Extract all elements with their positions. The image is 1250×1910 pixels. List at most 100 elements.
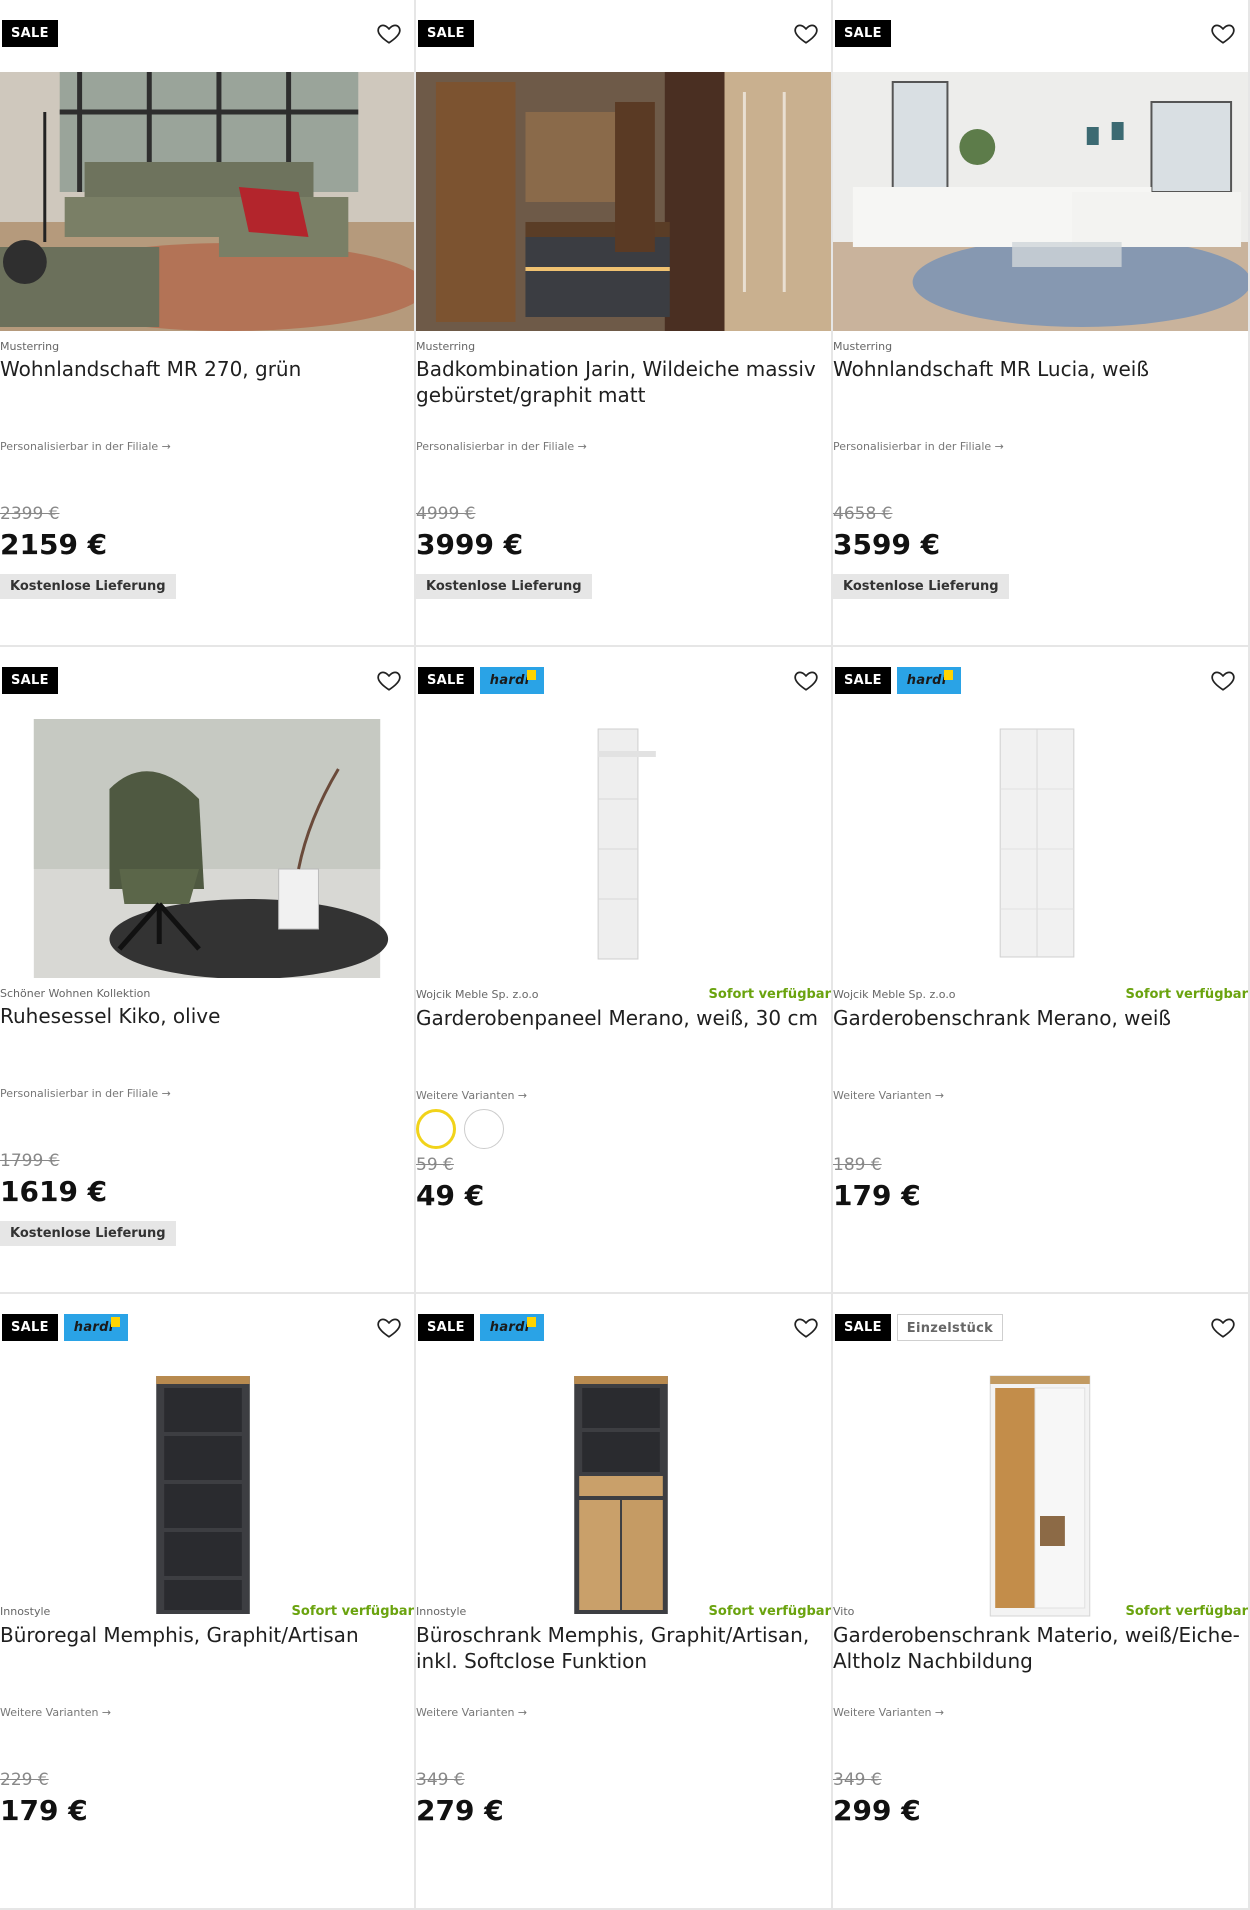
old-price: 4658 € <box>833 504 893 524</box>
heart-icon[interactable] <box>376 1314 402 1340</box>
product-card[interactable]: SALE Musterring Badkombination Jarin, Wi… <box>416 0 833 647</box>
brand-label: Musterring <box>0 340 60 353</box>
current-price: 3999 € <box>416 528 524 561</box>
product-image[interactable] <box>0 1366 414 1625</box>
old-price: 1799 € <box>0 1151 60 1171</box>
product-meta: Wojcik Meble Sp. z.o.o Sofort verfügbar <box>833 987 1248 1002</box>
product-title[interactable]: Garderobenschrank Merano, weiß <box>833 1005 1240 1031</box>
product-title[interactable]: Badkombination Jarin, Wildeiche massiv g… <box>416 356 823 408</box>
variants-link[interactable]: Weitere Varianten → <box>416 1089 527 1102</box>
hardi-badge: hardi <box>479 667 544 694</box>
current-price: 299 € <box>833 1794 921 1827</box>
product-meta: Wojcik Meble Sp. z.o.o Sofort verfügbar <box>416 987 831 1002</box>
variants-link[interactable]: Weitere Varianten → <box>833 1089 944 1102</box>
color-swatches <box>416 1109 504 1149</box>
brand-label: Innostyle <box>416 1605 467 1618</box>
product-image[interactable] <box>0 72 414 331</box>
product-image[interactable] <box>833 719 1248 978</box>
product-image[interactable] <box>416 719 831 978</box>
product-card[interactable]: SALE hardi Innostyle Sofort verfügbar Bü… <box>0 1294 416 1910</box>
product-card[interactable]: SALE Musterring Wohnlandschaft MR 270, g… <box>0 0 416 647</box>
sale-badge: SALE <box>2 667 58 694</box>
variants-link[interactable]: Weitere Varianten → <box>0 1706 111 1719</box>
sale-badge: SALE <box>835 667 891 694</box>
current-price: 3599 € <box>833 528 941 561</box>
badge-group: SALE <box>835 20 891 47</box>
badge-group: SALE <box>418 20 474 47</box>
personalize-link[interactable]: Personalisierbar in der Filiale → <box>0 440 171 453</box>
hardi-badge: hardi <box>896 667 961 694</box>
personalize-link[interactable]: Personalisierbar in der Filiale → <box>833 440 1004 453</box>
sale-badge: SALE <box>418 1314 474 1341</box>
product-image[interactable] <box>833 1366 1248 1625</box>
heart-icon[interactable] <box>376 667 402 693</box>
product-meta: Musterring <box>833 340 1248 353</box>
old-price: 59 € <box>416 1155 454 1175</box>
brand-label: Vito <box>833 1605 855 1618</box>
heart-icon[interactable] <box>793 1314 819 1340</box>
product-card[interactable]: SALE Einzelstück Vito Sofort verfügbar G… <box>833 1294 1250 1910</box>
swatch-white-selected[interactable] <box>416 1109 456 1149</box>
brand-label: Schöner Wohnen Kollektion <box>0 987 151 1000</box>
product-image[interactable] <box>416 72 831 331</box>
old-price: 349 € <box>833 1770 882 1790</box>
product-meta: Vito Sofort verfügbar <box>833 1604 1248 1619</box>
product-title[interactable]: Wohnlandschaft MR Lucia, weiß <box>833 356 1240 382</box>
badge-group: SALE <box>2 20 58 47</box>
product-image[interactable] <box>416 1366 831 1625</box>
swatch-white[interactable] <box>464 1109 504 1149</box>
brand-label: Wojcik Meble Sp. z.o.o <box>416 988 539 1001</box>
product-card[interactable]: SALE hardi Wojcik Meble Sp. z.o.o Sofort… <box>833 647 1250 1294</box>
product-image[interactable] <box>0 719 414 978</box>
current-price: 279 € <box>416 1794 504 1827</box>
availability-label: Sofort verfügbar <box>708 987 831 1002</box>
hardi-badge: hardi <box>479 1314 544 1341</box>
sale-badge: SALE <box>835 20 891 47</box>
shipping-badge: Kostenlose Lieferung <box>416 574 592 599</box>
sale-badge: SALE <box>2 20 58 47</box>
product-meta: Musterring <box>0 340 414 353</box>
product-grid: SALE Musterring Wohnlandschaft MR 270, g… <box>0 0 1250 1910</box>
product-title[interactable]: Büroschrank Memphis, Graphit/Artisan, in… <box>416 1622 823 1674</box>
heart-icon[interactable] <box>793 667 819 693</box>
product-image[interactable] <box>833 72 1248 331</box>
old-price: 189 € <box>833 1155 882 1175</box>
product-card[interactable]: SALE hardi Wojcik Meble Sp. z.o.o Sofort… <box>416 647 833 1294</box>
brand-label: Musterring <box>416 340 476 353</box>
availability-label: Sofort verfügbar <box>1125 987 1248 1002</box>
shipping-badge: Kostenlose Lieferung <box>833 574 1009 599</box>
hardi-badge: hardi <box>63 1314 128 1341</box>
heart-icon[interactable] <box>376 20 402 46</box>
brand-label: Musterring <box>833 340 893 353</box>
product-meta: Schöner Wohnen Kollektion <box>0 987 414 1000</box>
heart-icon[interactable] <box>793 20 819 46</box>
product-title[interactable]: Wohnlandschaft MR 270, grün <box>0 356 406 382</box>
variants-link[interactable]: Weitere Varianten → <box>833 1706 944 1719</box>
current-price: 179 € <box>0 1794 88 1827</box>
product-card[interactable]: SALE Musterring Wohnlandschaft MR Lucia,… <box>833 0 1250 647</box>
personalize-link[interactable]: Personalisierbar in der Filiale → <box>416 440 587 453</box>
badge-group: SALE hardi <box>418 1314 544 1341</box>
product-title[interactable]: Büroregal Memphis, Graphit/Artisan <box>0 1622 406 1648</box>
product-title[interactable]: Garderobenschrank Materio, weiß/Eiche-Al… <box>833 1622 1240 1674</box>
current-price: 1619 € <box>0 1175 108 1208</box>
current-price: 49 € <box>416 1179 485 1212</box>
sale-badge: SALE <box>418 667 474 694</box>
variants-link[interactable]: Weitere Varianten → <box>416 1706 527 1719</box>
old-price: 229 € <box>0 1770 49 1790</box>
shipping-badge: Kostenlose Lieferung <box>0 1221 176 1246</box>
product-card[interactable]: SALE Schöner Wohnen Kollektion Ruhesesse… <box>0 647 416 1294</box>
heart-icon[interactable] <box>1210 667 1236 693</box>
product-title[interactable]: Garderobenpaneel Merano, weiß, 30 cm <box>416 1005 823 1031</box>
personalize-link[interactable]: Personalisierbar in der Filiale → <box>0 1087 171 1100</box>
heart-icon[interactable] <box>1210 1314 1236 1340</box>
current-price: 2159 € <box>0 528 108 561</box>
product-meta: Innostyle Sofort verfügbar <box>0 1604 414 1619</box>
product-card[interactable]: SALE hardi Innostyle Sofort verfügbar Bü… <box>416 1294 833 1910</box>
brand-label: Innostyle <box>0 1605 51 1618</box>
single-item-badge: Einzelstück <box>896 1314 1004 1341</box>
sale-badge: SALE <box>835 1314 891 1341</box>
badge-group: SALE hardi <box>418 667 544 694</box>
heart-icon[interactable] <box>1210 20 1236 46</box>
product-title[interactable]: Ruhesessel Kiko, olive <box>0 1003 406 1029</box>
